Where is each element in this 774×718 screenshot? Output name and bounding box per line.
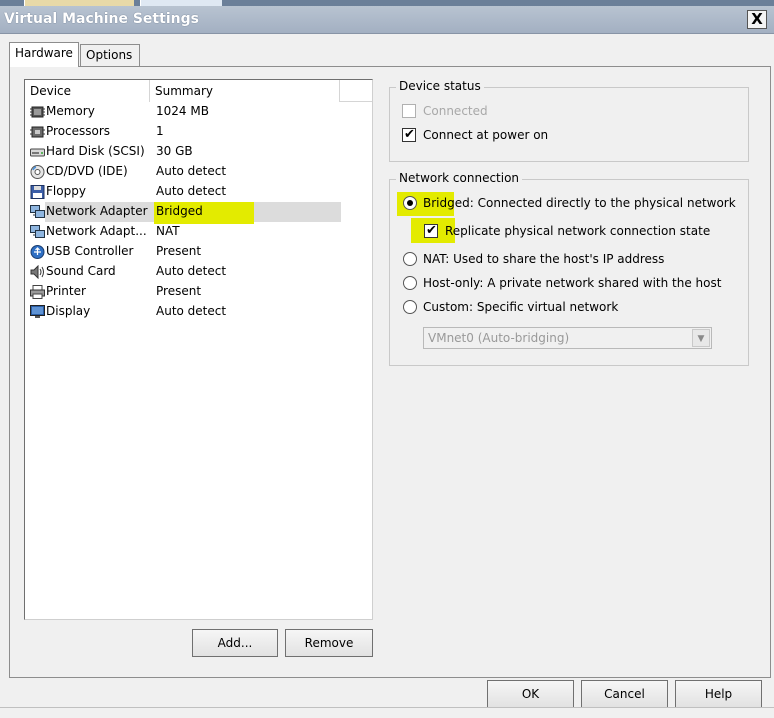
cd-dvd-icon — [30, 165, 45, 179]
device-name: USB Controller — [46, 244, 134, 258]
device-summary: Auto detect — [156, 184, 227, 198]
device-summary: NAT — [156, 224, 180, 238]
chevron-down-icon[interactable]: ▼ — [692, 329, 710, 347]
floppy-icon — [30, 185, 45, 199]
device-row-printer[interactable]: Printer Present — [25, 282, 372, 302]
vmnet-select-value: VMnet0 (Auto-bridging) — [428, 331, 570, 345]
bottom-edge — [0, 707, 774, 718]
nat-radio[interactable] — [403, 252, 417, 266]
column-header-device[interactable]: Device — [25, 80, 150, 102]
custom-radio[interactable] — [403, 300, 417, 314]
network-connection-legend: Network connection — [396, 171, 523, 185]
device-summary: 1 — [156, 124, 164, 138]
checkmark-icon: ✔ — [426, 223, 437, 238]
device-name: CD/DVD (IDE) — [46, 164, 128, 178]
device-row-memory[interactable]: Memory 1024 MB — [25, 102, 372, 122]
vmnet-select[interactable]: VMnet0 (Auto-bridging) ▼ — [423, 327, 712, 349]
connect-at-power-on-label: Connect at power on — [423, 128, 549, 142]
device-name: Processors — [46, 124, 111, 138]
device-row-hard-disk[interactable]: Hard Disk (SCSI) 30 GB — [25, 142, 372, 162]
host-only-radio[interactable] — [403, 276, 417, 290]
device-row-processors[interactable]: Processors 1 — [25, 122, 372, 142]
device-name: Hard Disk (SCSI) — [46, 144, 145, 158]
host-only-label: Host-only: A private network shared with… — [423, 276, 722, 290]
replicate-state-checkbox[interactable]: ✔ — [424, 223, 438, 238]
close-button[interactable]: X — [747, 10, 767, 29]
device-status-group: Device status — [389, 79, 749, 162]
ok-button[interactable]: OK — [487, 680, 574, 708]
device-summary: Present — [156, 284, 202, 298]
sound-card-icon — [30, 265, 44, 279]
device-name: Memory — [46, 104, 95, 118]
custom-label: Custom: Specific virtual network — [423, 300, 619, 314]
title-bar: Virtual Machine Settings X — [0, 6, 774, 34]
connected-label: Connected — [423, 104, 488, 118]
device-row-cd-dvd[interactable]: CD/DVD (IDE) Auto detect — [25, 162, 372, 182]
device-name: Network Adapt... — [46, 224, 147, 238]
display-icon — [30, 305, 45, 318]
device-summary: Auto detect — [156, 264, 227, 278]
device-name: Display — [46, 304, 91, 318]
device-name: Network Adapter — [46, 204, 148, 218]
memory-icon — [30, 106, 45, 118]
device-name: Printer — [46, 284, 86, 298]
remove-button[interactable]: Remove — [285, 629, 373, 657]
device-row-network-adapter-2[interactable]: Network Adapt... NAT — [25, 222, 372, 242]
device-status-legend: Device status — [396, 79, 484, 93]
radio-dot-icon — [407, 200, 413, 206]
tab-options[interactable]: Options — [80, 44, 140, 66]
add-button[interactable]: Add... — [192, 629, 278, 657]
usb-icon — [30, 245, 45, 259]
network-adapter-icon — [30, 225, 45, 238]
connected-checkbox[interactable] — [402, 104, 416, 118]
device-row-sound-card[interactable]: Sound Card Auto detect — [25, 262, 372, 282]
device-summary: Bridged — [156, 204, 203, 218]
device-list[interactable]: Device Summary Memory 1024 MB Processors… — [24, 79, 373, 620]
bridged-label: Bridged: Connected directly to the physi… — [423, 196, 736, 210]
help-button[interactable]: Help — [675, 680, 762, 708]
device-list-header: Device Summary — [25, 80, 372, 102]
device-name: Sound Card — [46, 264, 116, 278]
device-row-network-adapter[interactable]: Network Adapter Bridged — [25, 202, 372, 224]
processor-icon — [30, 126, 45, 138]
device-summary: 1024 MB — [156, 104, 209, 118]
cancel-button[interactable]: Cancel — [581, 680, 668, 708]
window-title: Virtual Machine Settings — [4, 11, 199, 27]
replicate-state-label: Replicate physical network connection st… — [445, 224, 711, 238]
device-row-floppy[interactable]: Floppy Auto detect — [25, 182, 372, 202]
network-adapter-icon — [30, 205, 45, 218]
printer-icon — [30, 285, 45, 299]
device-summary: Present — [156, 244, 202, 258]
device-name: Floppy — [46, 184, 86, 198]
device-summary: 30 GB — [156, 144, 193, 158]
device-summary: Auto detect — [156, 304, 227, 318]
tab-hardware[interactable]: Hardware — [9, 42, 79, 67]
checkmark-icon: ✔ — [404, 127, 415, 142]
device-row-display[interactable]: Display Auto detect — [25, 302, 372, 322]
device-summary: Auto detect — [156, 164, 227, 178]
hard-disk-icon — [30, 148, 45, 157]
close-icon: X — [751, 10, 763, 28]
column-header-summary[interactable]: Summary — [150, 80, 340, 102]
connect-at-power-on-checkbox[interactable]: ✔ — [402, 127, 416, 142]
bridged-radio[interactable] — [403, 196, 417, 210]
device-row-usb-controller[interactable]: USB Controller Present — [25, 242, 372, 262]
nat-label: NAT: Used to share the host's IP address — [423, 252, 665, 266]
